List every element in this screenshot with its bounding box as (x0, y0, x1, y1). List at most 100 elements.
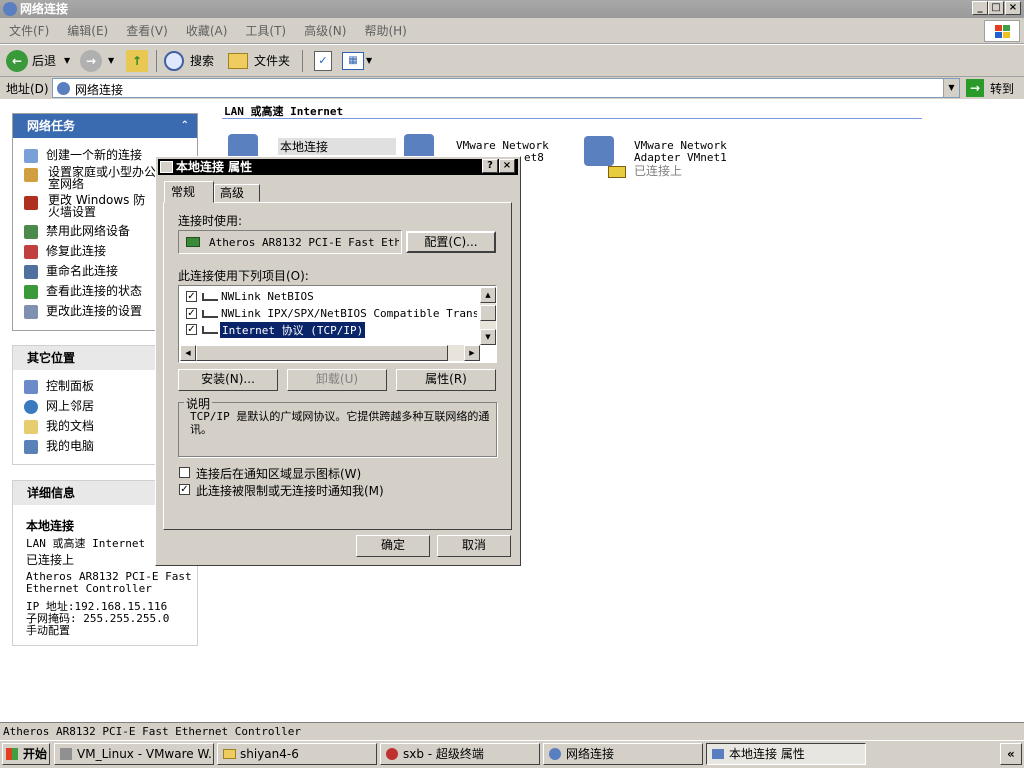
list-hscrollbar[interactable]: ◀ ▶ (180, 345, 480, 361)
taskbar-item-properties[interactable]: 本地连接 属性 (706, 743, 866, 765)
task-setup-home-network[interactable]: 设置家庭或小型办公室网络 (24, 166, 156, 190)
disable-device-icon (24, 224, 38, 239)
menu-edit[interactable]: 编辑(E) (58, 18, 117, 44)
minimize-button[interactable]: _ (972, 1, 988, 15)
menu-help[interactable]: 帮助(H) (355, 18, 415, 44)
address-dropdown-icon[interactable]: ▼ (943, 79, 959, 97)
list-vscrollbar[interactable]: ▲ ▼ (480, 287, 496, 345)
go-button[interactable]: 转到 (990, 80, 1014, 97)
my-computer-icon (24, 439, 38, 454)
back-arrow-icon[interactable]: ← (6, 50, 28, 72)
tab-general[interactable]: 常规 (164, 181, 214, 203)
views-icon[interactable]: ▦ (342, 52, 364, 70)
repair-icon (24, 244, 38, 259)
control-panel-icon (24, 379, 38, 394)
search-icon[interactable] (164, 51, 184, 71)
address-network-icon (57, 82, 70, 95)
scroll-left-icon[interactable]: ◀ (180, 345, 196, 361)
address-value: 网络连接 (75, 83, 124, 97)
properties-icon[interactable]: ✓ (314, 51, 332, 71)
scroll-up-icon[interactable]: ▲ (480, 287, 496, 303)
show-icon-label[interactable]: 连接后在通知区域显示图标(W) (196, 465, 361, 482)
menu-favorites[interactable]: 收藏(A) (177, 18, 237, 44)
vmnet1-item[interactable]: VMware Network Adapter VMnet1 已连接上 (580, 132, 740, 182)
taskbar-item-network[interactable]: 网络连接 (543, 743, 703, 765)
collapse-icon[interactable]: ⌃ (181, 114, 189, 138)
place-control-panel[interactable]: 控制面板 (24, 377, 94, 394)
hscroll-thumb[interactable] (196, 345, 448, 361)
scroll-right-icon[interactable]: ▶ (464, 345, 480, 361)
item-tcpip-checkbox[interactable]: ✓ (186, 324, 197, 335)
item-netbios-checkbox[interactable]: ✓ (186, 291, 197, 302)
install-button[interactable]: 安装(N)... (178, 369, 278, 391)
scroll-down-icon[interactable]: ▼ (480, 329, 496, 345)
vmnet1-icon (584, 136, 614, 166)
tab-advanced[interactable]: 高级 (214, 184, 260, 202)
item-tcpip[interactable]: Internet 协议 (TCP/IP) (218, 321, 367, 339)
task-rename-connection[interactable]: 重命名此连接 (24, 262, 118, 279)
toolbar (0, 45, 1024, 77)
close-button[interactable]: × (1005, 1, 1021, 15)
place-my-documents[interactable]: 我的文档 (24, 417, 94, 434)
window-title-bar[interactable]: 网络连接 (0, 0, 1024, 18)
vmnet1-plug-icon (608, 166, 626, 178)
forward-arrow-icon[interactable]: → (80, 50, 102, 72)
task-change-settings[interactable]: 更改此连接的设置 (24, 302, 142, 319)
notify-checkbox[interactable]: ✓ (179, 484, 190, 495)
folders-button[interactable]: 文件夹 (254, 50, 290, 72)
dialog-network-icon (160, 161, 173, 173)
taskbar-item-terminal[interactable]: sxb - 超级终端 (380, 743, 540, 765)
taskbar-item-vmware[interactable]: VM_Linux - VMware W... (54, 743, 214, 765)
cancel-button[interactable]: 取消 (437, 535, 511, 557)
dialog-title-bar[interactable]: 本地连接 属性 (158, 159, 518, 175)
task-firewall-settings[interactable]: 更改 Windows 防火墙设置 (24, 194, 156, 218)
notify-label[interactable]: 此连接被限制或无连接时通知我(M) (196, 482, 384, 499)
change-settings-icon (24, 304, 38, 319)
show-icon-checkbox[interactable] (179, 467, 190, 478)
back-dropdown-icon[interactable]: ▼ (64, 50, 70, 72)
go-arrow-icon[interactable]: → (966, 79, 984, 97)
start-windows-icon (6, 748, 18, 760)
folders-icon[interactable] (228, 53, 248, 69)
address-label: 地址(D) (6, 82, 49, 96)
uninstall-button[interactable]: 卸载(U) (287, 369, 387, 391)
place-network-neighborhood[interactable]: 网上邻居 (24, 397, 94, 414)
back-button[interactable]: 后退 (32, 50, 56, 72)
maximize-button[interactable]: □ (988, 1, 1004, 15)
dialog-close-button[interactable]: × (499, 159, 515, 173)
task-repair-connection[interactable]: 修复此连接 (24, 242, 106, 259)
details-type: LAN 或高速 Internet (26, 537, 146, 550)
task-create-connection[interactable]: 创建一个新的连接 (24, 146, 142, 163)
scroll-thumb[interactable] (480, 305, 496, 321)
firewall-icon (24, 196, 38, 210)
views-dropdown-icon[interactable]: ▼ (366, 50, 372, 72)
configure-button[interactable]: 配置(C)... (406, 231, 496, 253)
folder-icon (223, 749, 236, 759)
menu-file[interactable]: 文件(F) (0, 18, 58, 44)
forward-dropdown-icon[interactable]: ▼ (108, 50, 114, 72)
menu-advanced[interactable]: 高级(N) (295, 18, 355, 44)
address-input[interactable]: 网络连接 ▼ (52, 78, 960, 98)
item-ipx-checkbox[interactable]: ✓ (186, 308, 197, 319)
menu-bar: 文件(F) 编辑(E) 查看(V) 收藏(A) 工具(T) 高级(N) 帮助(H) (0, 18, 1024, 44)
connect-using-label: 连接时使用: (178, 214, 243, 228)
description-text: TCP/IP 是默认的广域网协议。它提供跨越多种互联网络的通讯。 (190, 410, 490, 436)
network-folder-icon (3, 2, 17, 16)
menu-tools[interactable]: 工具(T) (236, 18, 295, 44)
taskbar-chevron-button[interactable]: « (1000, 743, 1022, 765)
network-tasks-header[interactable]: 网络任务 ⌃ (13, 114, 197, 138)
protocol-icon (202, 293, 218, 301)
task-disable-device[interactable]: 禁用此网络设备 (24, 222, 130, 239)
properties-button[interactable]: 属性(R) (396, 369, 496, 391)
up-folder-icon[interactable]: ↑ (126, 50, 148, 72)
place-my-computer[interactable]: 我的电脑 (24, 437, 94, 454)
search-button[interactable]: 搜索 (190, 50, 214, 72)
dialog-help-button[interactable]: ? (482, 159, 498, 173)
item-netbios[interactable]: NWLink NetBIOS (221, 290, 314, 303)
menu-view[interactable]: 查看(V) (117, 18, 177, 44)
ok-button[interactable]: 确定 (356, 535, 430, 557)
task-view-status[interactable]: 查看此连接的状态 (24, 282, 142, 299)
local-connection-label: 本地连接 (278, 138, 396, 155)
taskbar-item-shiyan[interactable]: shiyan4-6 (217, 743, 377, 765)
item-ipx[interactable]: NWLink IPX/SPX/NetBIOS Compatible Transp… (221, 307, 477, 320)
